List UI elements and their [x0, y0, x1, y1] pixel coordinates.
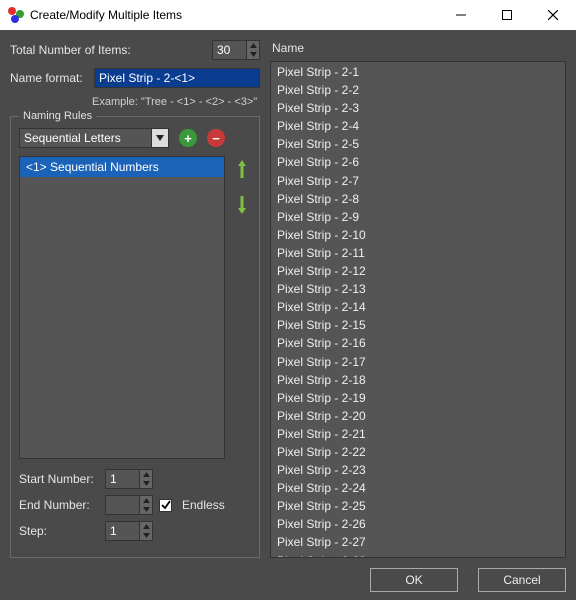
ok-button[interactable]: OK — [370, 568, 458, 592]
list-item[interactable]: Pixel Strip - 2-1 — [271, 63, 565, 81]
app-icon — [8, 7, 24, 23]
list-item[interactable]: Pixel Strip - 2-19 — [271, 389, 565, 407]
list-item[interactable]: Pixel Strip - 2-4 — [271, 117, 565, 135]
chevron-down-icon[interactable] — [151, 128, 169, 148]
list-item[interactable]: Pixel Strip - 2-26 — [271, 515, 565, 533]
chevron-down-icon[interactable] — [140, 505, 152, 514]
end-number-spinner[interactable] — [105, 495, 153, 515]
add-rule-button[interactable]: + — [179, 129, 197, 147]
step-input[interactable] — [105, 521, 139, 541]
maximize-button[interactable] — [484, 0, 530, 30]
naming-rules-group: Naming Rules Sequential Letters + − <1> … — [10, 116, 260, 558]
chevron-up-icon[interactable] — [247, 41, 259, 50]
chevron-down-icon[interactable] — [140, 531, 152, 540]
list-item[interactable]: Pixel Strip - 2-13 — [271, 280, 565, 298]
name-list-header: Name — [272, 41, 566, 55]
list-item[interactable]: Pixel Strip - 2-10 — [271, 226, 565, 244]
step-spinner[interactable] — [105, 521, 153, 541]
close-button[interactable] — [530, 0, 576, 30]
list-item[interactable]: Pixel Strip - 2-20 — [271, 407, 565, 425]
chevron-up-icon[interactable] — [140, 470, 152, 479]
list-item[interactable]: Pixel Strip - 2-23 — [271, 461, 565, 479]
name-format-example: Example: "Tree - <1> - <2> - <3>" — [92, 96, 260, 108]
move-down-button[interactable] — [238, 196, 246, 214]
list-item[interactable]: Pixel Strip - 2-25 — [271, 497, 565, 515]
list-item[interactable]: Pixel Strip - 2-18 — [271, 371, 565, 389]
cancel-button[interactable]: Cancel — [478, 568, 566, 592]
naming-rules-legend: Naming Rules — [19, 110, 96, 122]
name-list[interactable]: Pixel Strip - 2-1Pixel Strip - 2-2Pixel … — [270, 61, 566, 558]
list-item[interactable]: Pixel Strip - 2-16 — [271, 334, 565, 352]
list-item[interactable]: Pixel Strip - 2-21 — [271, 425, 565, 443]
end-number-label: End Number: — [19, 498, 99, 512]
list-item[interactable]: Pixel Strip - 2-15 — [271, 316, 565, 334]
start-number-spinner[interactable] — [105, 469, 153, 489]
total-items-label: Total Number of Items: — [10, 43, 206, 57]
window-title: Create/Modify Multiple Items — [30, 8, 438, 22]
end-number-input[interactable] — [105, 495, 139, 515]
list-item[interactable]: Pixel Strip - 2-7 — [271, 172, 565, 190]
endless-checkbox[interactable] — [159, 499, 172, 512]
list-item[interactable]: Pixel Strip - 2-22 — [271, 443, 565, 461]
rule-list-item[interactable]: <1> Sequential Numbers — [20, 157, 224, 177]
chevron-up-icon[interactable] — [140, 496, 152, 505]
rule-type-value: Sequential Letters — [19, 128, 151, 148]
list-item[interactable]: Pixel Strip - 2-8 — [271, 190, 565, 208]
move-up-button[interactable] — [238, 160, 246, 178]
list-item[interactable]: Pixel Strip - 2-2 — [271, 81, 565, 99]
total-items-spinner[interactable] — [212, 40, 260, 60]
list-item[interactable]: Pixel Strip - 2-12 — [271, 262, 565, 280]
step-label: Step: — [19, 524, 99, 538]
list-item[interactable]: Pixel Strip - 2-27 — [271, 533, 565, 551]
list-item[interactable]: Pixel Strip - 2-6 — [271, 153, 565, 171]
list-item[interactable]: Pixel Strip - 2-14 — [271, 298, 565, 316]
list-item[interactable]: Pixel Strip - 2-11 — [271, 244, 565, 262]
list-item[interactable]: Pixel Strip - 2-3 — [271, 99, 565, 117]
chevron-down-icon[interactable] — [247, 50, 259, 59]
chevron-down-icon[interactable] — [140, 479, 152, 488]
list-item[interactable]: Pixel Strip - 2-5 — [271, 135, 565, 153]
name-format-input[interactable] — [94, 68, 260, 88]
list-item[interactable]: Pixel Strip - 2-9 — [271, 208, 565, 226]
list-item[interactable]: Pixel Strip - 2-17 — [271, 353, 565, 371]
total-items-input[interactable] — [212, 40, 246, 60]
name-format-label: Name format: — [10, 71, 88, 85]
start-number-label: Start Number: — [19, 472, 99, 486]
rule-type-dropdown[interactable]: Sequential Letters — [19, 128, 169, 148]
remove-rule-button[interactable]: − — [207, 129, 225, 147]
rule-list[interactable]: <1> Sequential Numbers — [19, 156, 225, 459]
endless-label: Endless — [182, 498, 225, 512]
start-number-input[interactable] — [105, 469, 139, 489]
minimize-button[interactable] — [438, 0, 484, 30]
titlebar: Create/Modify Multiple Items — [0, 0, 576, 30]
chevron-up-icon[interactable] — [140, 522, 152, 531]
list-item[interactable]: Pixel Strip - 2-24 — [271, 479, 565, 497]
